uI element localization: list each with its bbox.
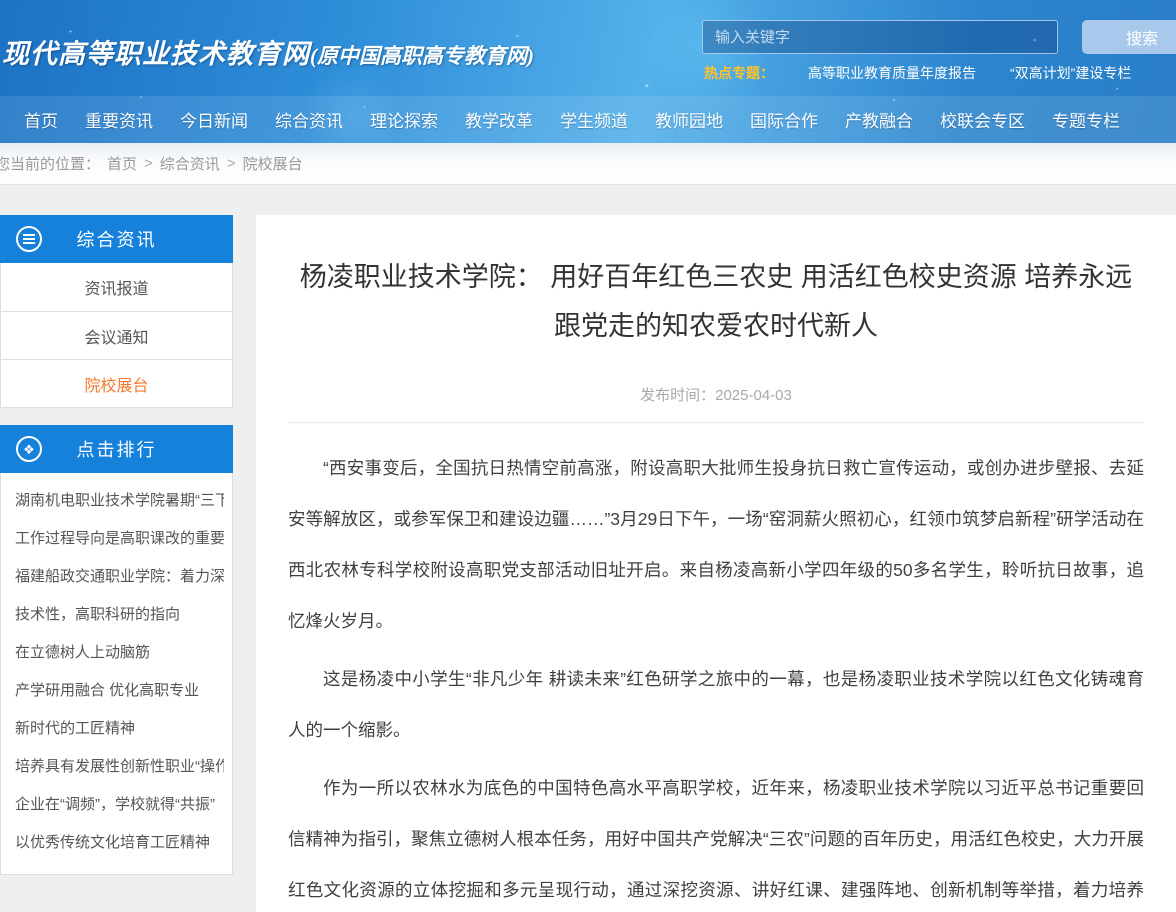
site-header: 现代高等职业技术教育网(原中国高职高专教育网) 搜索 热点专题： 高等职业教育质… [0,0,1176,143]
site-logo-sub: (原中国高职高专教育网) [310,44,534,68]
hot-topics-label: 热点专题： [704,63,774,83]
sidebar-category-header: 综合资讯 [0,215,233,263]
sidebar-item-news-report[interactable]: 资讯报道 [1,263,232,311]
nav-item-industry-education[interactable]: 产教融合 [845,107,913,132]
main-nav: 首页 重要资讯 今日新闻 综合资讯 理论探索 教学改革 学生频道 教师园地 国际… [0,96,1176,143]
hot-topic-link-shuanggao[interactable]: “双高计划”建设专栏 [1010,63,1131,83]
sidebar-ranking-header: ❖ 点击排行 [0,425,233,473]
breadcrumb-separator: > [144,155,153,172]
search-input[interactable] [702,20,1058,54]
hot-topic-link-annual-report[interactable]: 高等职业教育质量年度报告 [808,63,976,83]
article-title: 杨凌职业技术学院： 用好百年红色三农史 用活红色校史资源 培养永远跟党走的知农爱… [288,253,1144,351]
article-divider [288,422,1144,423]
article-paragraph: “西安事变后，全国抗日热情空前高涨，附设高职大批师生投身抗日救亡宣传运动，或创办… [288,443,1144,647]
breadcrumb-current[interactable]: 院校展台 [243,153,303,174]
site-logo-main: 现代高等职业技术教育网 [2,39,310,69]
breadcrumb-label: 您当前的位置： [0,153,100,174]
breadcrumb-home[interactable]: 首页 [107,153,137,174]
article-body: “西安事变后，全国抗日热情空前高涨，附设高职大批师生投身抗日救亡宣传运动，或创办… [288,443,1144,912]
breadcrumb-separator: > [227,155,236,172]
breadcrumb: 您当前的位置： 首页 > 综合资讯 > 院校展台 [0,143,1176,185]
nav-item-home[interactable]: 首页 [24,107,58,132]
nav-item-international[interactable]: 国际合作 [750,107,818,132]
search-button[interactable]: 搜索 [1082,20,1176,54]
article-panel: 杨凌职业技术学院： 用好百年红色三农史 用活红色校史资源 培养永远跟党走的知农爱… [256,215,1176,912]
menu-circle-icon [16,226,42,252]
ranking-list-item[interactable]: 新时代的工匠精神 [15,710,224,748]
ranking-list-item[interactable]: 技术性，高职科研的指向 [15,596,224,634]
sidebar-item-meeting-notice[interactable]: 会议通知 [1,311,232,359]
ranking-list-item[interactable]: 培养具有发展性创新性职业“操作... [15,748,224,786]
nav-item-today-news[interactable]: 今日新闻 [180,107,248,132]
article-paragraph: 这是杨凌中小学生“非凡少年 耕读未来”红色研学之旅中的一幕，也是杨凌职业技术学院… [288,654,1144,756]
nav-item-general-news[interactable]: 综合资讯 [275,107,343,132]
article-publish-info: 发布时间：2025-04-03 [288,384,1144,405]
diamond-circle-icon: ❖ [16,436,42,462]
nav-item-teacher-garden[interactable]: 教师园地 [655,107,723,132]
sidebar-item-school-showcase[interactable]: 院校展台 [1,359,232,407]
hot-topics-row: 热点专题： 高等职业教育质量年度报告 “双高计划”建设专栏 [704,63,1131,83]
sidebar-ranking-panel: ❖ 点击排行 湖南机电职业技术学院暑期“三下... 工作过程导向是高职课改的重要… [0,425,233,875]
sidebar-ranking-title: 点击排行 [77,436,157,462]
nav-item-teaching-reform[interactable]: 教学改革 [465,107,533,132]
sidebar-ranking-list: 湖南机电职业技术学院暑期“三下... 工作过程导向是高职课改的重要... 福建船… [0,473,233,875]
nav-item-special-columns[interactable]: 专题专栏 [1052,107,1120,132]
nav-item-student-channel[interactable]: 学生频道 [560,107,628,132]
nav-item-theory[interactable]: 理论探索 [370,107,438,132]
ranking-list-item[interactable]: 工作过程导向是高职课改的重要... [15,520,224,558]
ranking-list-item[interactable]: 湖南机电职业技术学院暑期“三下... [15,482,224,520]
ranking-list-item[interactable]: 以优秀传统文化培育工匠精神 [15,824,224,862]
sidebar-category-title: 综合资讯 [77,226,157,252]
site-logo: 现代高等职业技术教育网(原中国高职高专教育网) [2,32,534,71]
nav-item-school-association[interactable]: 校联会专区 [940,107,1025,132]
ranking-list-item[interactable]: 企业在“调频”，学校就得“共振” [15,786,224,824]
sidebar-category-items: 资讯报道 会议通知 院校展台 [0,263,233,408]
breadcrumb-section[interactable]: 综合资讯 [160,153,220,174]
ranking-list-item[interactable]: 产学研用融合 优化高职专业 [15,672,224,710]
ranking-list-item[interactable]: 在立德树人上动脑筋 [15,634,224,672]
nav-item-important-news[interactable]: 重要资讯 [85,107,153,132]
ranking-list-item[interactable]: 福建船政交通职业学院：着力深... [15,558,224,596]
sidebar-category-panel: 综合资讯 资讯报道 会议通知 院校展台 [0,215,233,408]
article-paragraph: 作为一所以农林水为底色的中国特色高水平高职学校，近年来，杨凌职业技术学院以习近平… [288,763,1144,912]
